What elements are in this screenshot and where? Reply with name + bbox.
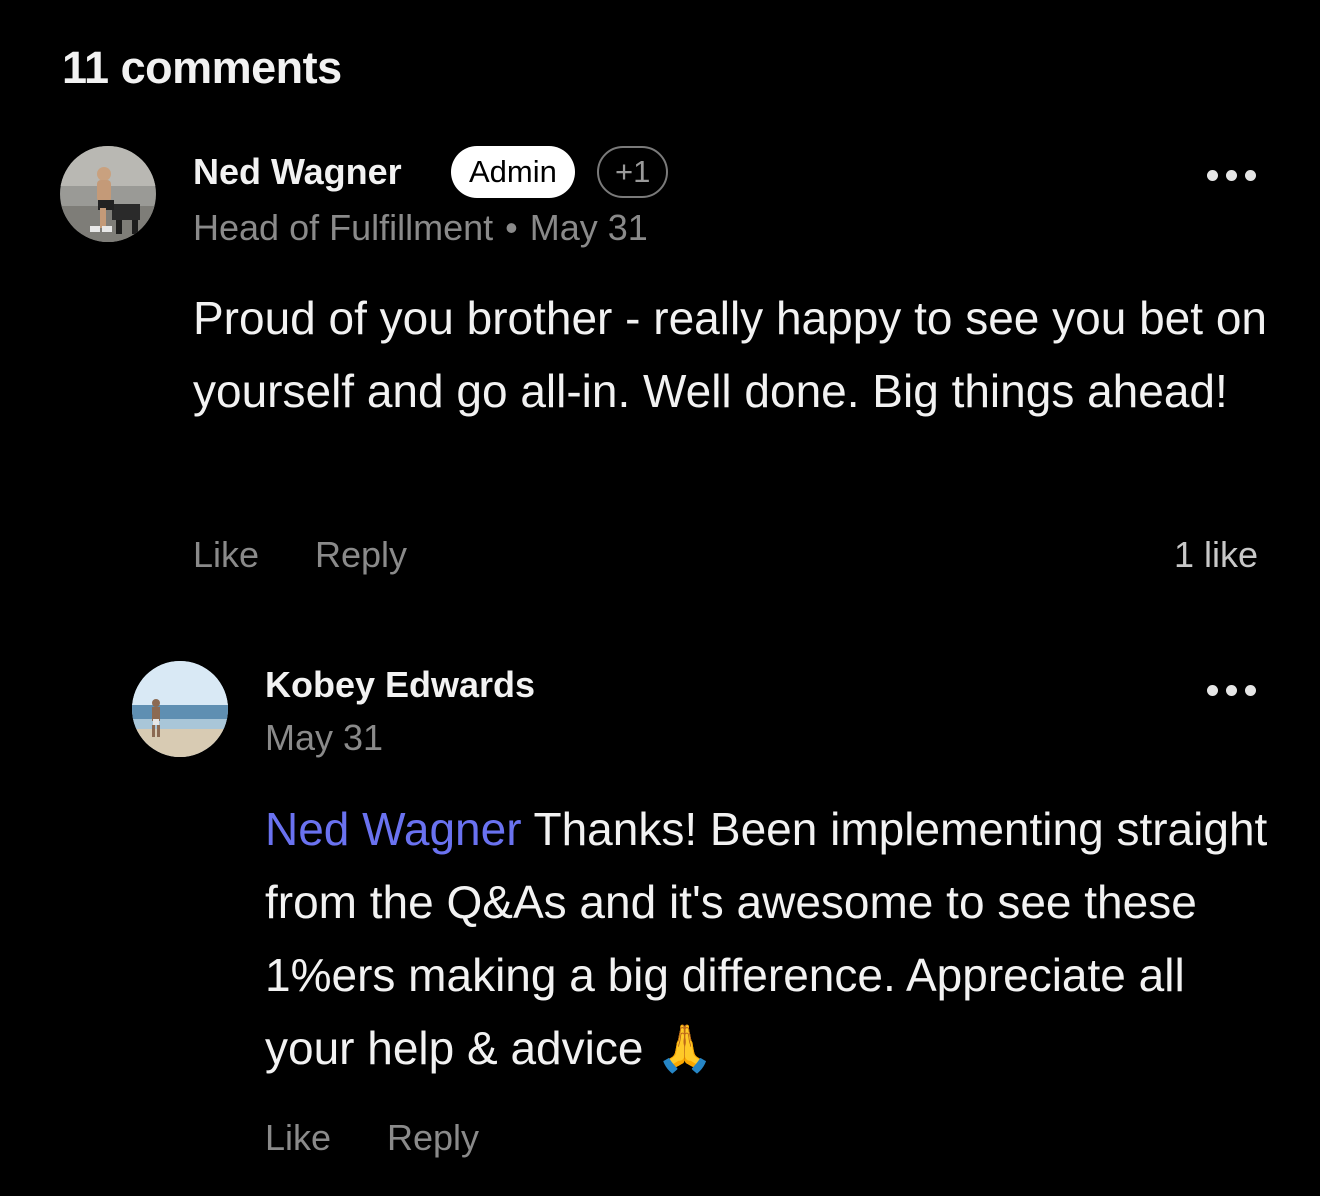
author-role: Head of Fulfillment: [193, 207, 494, 248]
comment-date: May 31: [529, 207, 648, 248]
reply-date: May 31: [265, 717, 384, 758]
more-dots-icon[interactable]: [1207, 170, 1257, 184]
admin-badge: Admin: [451, 146, 575, 198]
more-dots-icon[interactable]: [1207, 685, 1257, 699]
avatar[interactable]: [132, 661, 228, 757]
user-photo-gym-icon: [60, 146, 156, 242]
reply-button[interactable]: Reply: [315, 534, 407, 576]
reply-author-name[interactable]: Kobey Edwards: [265, 664, 535, 706]
comments-count-title: 11 comments: [62, 42, 342, 93]
mention-link[interactable]: Ned Wagner: [265, 803, 522, 855]
comment-meta: Head of Fulfillment • May 31: [193, 207, 648, 249]
comment-text: Proud of you brother - really happy to s…: [193, 292, 1267, 417]
user-photo-beach-icon: [132, 661, 228, 757]
extra-badge-count[interactable]: +1: [597, 146, 669, 198]
reply-text: Ned Wagner Thanks! Been implementing str…: [265, 793, 1275, 1085]
likes-count[interactable]: 1 like: [1174, 534, 1258, 576]
pray-emoji-icon: 🙏: [656, 1022, 714, 1074]
comment-author-name[interactable]: Ned Wagner: [193, 151, 402, 193]
like-button[interactable]: Like: [265, 1117, 331, 1159]
like-button[interactable]: Like: [193, 534, 259, 576]
meta-separator: •: [505, 207, 518, 248]
reply-button[interactable]: Reply: [387, 1117, 479, 1159]
avatar[interactable]: [60, 146, 156, 242]
